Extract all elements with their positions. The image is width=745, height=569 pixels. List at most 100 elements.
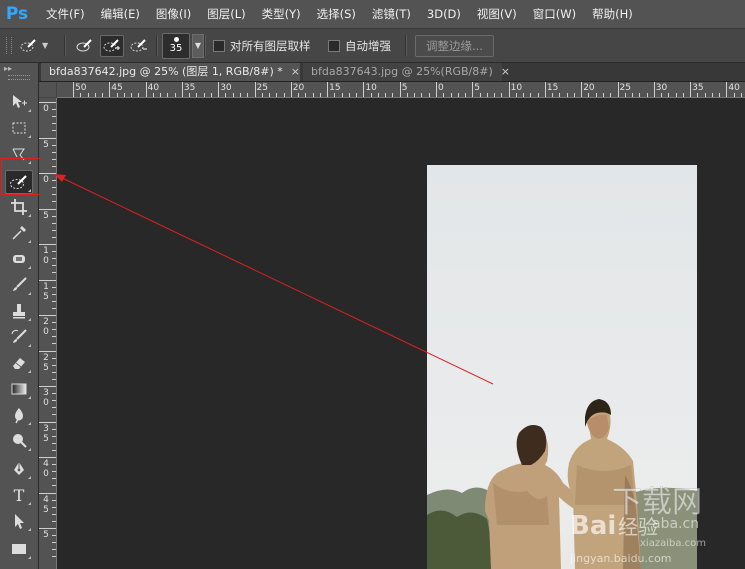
ruler-minor-tick	[52, 485, 56, 487]
ruler-minor-tick	[225, 93, 227, 97]
type-tool-icon[interactable]: T	[6, 484, 32, 506]
blur-tool-icon[interactable]	[6, 404, 32, 426]
ruler-minor-tick	[515, 93, 517, 97]
ruler-minor-tick	[232, 93, 234, 97]
ruler-minor-tick	[305, 93, 307, 97]
path-selection-tool-icon[interactable]	[6, 510, 32, 532]
ruler-minor-tick	[52, 151, 56, 153]
ruler-minor-tick	[392, 93, 394, 97]
brush-size-value: 35	[169, 43, 183, 54]
ruler-minor-tick	[138, 93, 140, 97]
tool-preset-picker[interactable]: ▼	[18, 29, 48, 62]
ruler-minor-tick	[283, 93, 285, 97]
auto-enhance-option[interactable]: 自动增强	[328, 29, 391, 62]
menu-edit[interactable]: 编辑(E)	[101, 0, 140, 28]
ruler-minor-tick	[52, 251, 56, 253]
ruler-minor-tick	[733, 93, 735, 97]
ruler-tick-label: 45	[43, 494, 49, 515]
auto-enhance-checkbox[interactable]	[328, 39, 340, 52]
ruler-minor-tick	[52, 265, 56, 267]
eyedropper-tool-icon[interactable]	[6, 222, 32, 244]
ruler-minor-tick	[52, 556, 56, 558]
ruler-minor-tick	[52, 506, 56, 508]
menu-3d[interactable]: 3D(D)	[427, 0, 461, 28]
horizontal-ruler[interactable]: 50 45 40 35 30 25 20 15 10 5 0 5 10 15 20 25 30 35 40	[57, 82, 745, 98]
ruler-minor-tick	[711, 93, 713, 97]
options-grip[interactable]	[6, 37, 12, 54]
ruler-minor-tick	[573, 93, 575, 97]
ruler-minor-tick	[152, 93, 154, 97]
close-icon[interactable]: ×	[291, 65, 300, 78]
ruler-tick	[39, 279, 56, 281]
menu-select[interactable]: 选择(S)	[317, 0, 356, 28]
ruler-tick-label: 5	[401, 83, 408, 93]
brush-picker[interactable]: 35 ▼	[162, 29, 204, 62]
ruler-minor-tick	[52, 464, 56, 466]
ruler-minor-tick	[52, 165, 56, 167]
ruler-tick-label: 20	[43, 317, 49, 337]
ruler-minor-tick	[87, 93, 89, 97]
spot-healing-tool-icon[interactable]	[6, 248, 32, 270]
gradient-tool-icon[interactable]	[6, 378, 32, 400]
ruler-tick	[39, 421, 56, 423]
menu-view[interactable]: 视图(V)	[477, 0, 517, 28]
close-icon[interactable]: ×	[501, 65, 510, 78]
ruler-minor-tick	[52, 201, 56, 203]
add-to-selection-icon[interactable]	[100, 34, 124, 57]
rectangle-tool-icon[interactable]	[6, 538, 32, 560]
ruler-minor-tick	[52, 180, 56, 182]
tab-document-1[interactable]: bfda837642.jpg @ 25% (图层 1, RGB/8#) * ×	[41, 63, 300, 81]
ruler-tick-label: 10	[510, 83, 523, 93]
ruler-tick	[581, 82, 583, 97]
ruler-minor-tick	[52, 144, 56, 146]
menu-filter[interactable]: 滤镜(T)	[372, 0, 411, 28]
collapse-arrows-icon[interactable]: ▸▸	[4, 64, 12, 73]
marquee-tool-icon[interactable]	[6, 117, 32, 139]
ruler-minor-tick	[319, 93, 321, 97]
brush-tool-icon[interactable]	[6, 274, 32, 296]
ruler-tick-label: 30	[655, 83, 668, 93]
ruler-origin[interactable]	[39, 82, 57, 98]
history-brush-tool-icon[interactable]	[6, 326, 32, 348]
menu-image[interactable]: 图像(I)	[156, 0, 191, 28]
menu-window[interactable]: 窗口(W)	[533, 0, 576, 28]
ruler-tick	[39, 457, 56, 458]
ruler-minor-tick	[247, 93, 249, 97]
tools-panel-grip[interactable]	[8, 75, 30, 80]
ruler-tick	[39, 386, 56, 387]
vertical-ruler[interactable]: 0 5 0 5 10 15 20 25 30 35 40 45 5	[39, 98, 57, 569]
ruler-minor-tick	[52, 158, 56, 160]
ruler-tick-label: 5	[474, 83, 481, 93]
menu-type[interactable]: 类型(Y)	[262, 0, 301, 28]
ruler-tick-label: 10	[365, 83, 377, 93]
ruler-minor-tick	[52, 478, 56, 480]
brush-dropdown-button[interactable]: ▼	[192, 33, 204, 58]
sample-all-layers-option[interactable]: 对所有图层取样	[213, 29, 311, 62]
ruler-minor-tick	[94, 93, 96, 97]
menu-layer[interactable]: 图层(L)	[207, 0, 245, 28]
ruler-tick	[690, 82, 692, 97]
new-selection-icon[interactable]	[74, 36, 96, 56]
clone-stamp-tool-icon[interactable]	[6, 300, 32, 322]
menu-file[interactable]: 文件(F)	[46, 0, 85, 28]
ruler-tick	[39, 208, 56, 210]
crop-tool-icon[interactable]	[6, 196, 32, 218]
ruler-tick	[399, 82, 401, 97]
subtract-from-selection-icon[interactable]	[128, 36, 150, 56]
sample-all-layers-checkbox[interactable]	[213, 39, 225, 52]
brush-size-preview[interactable]: 35	[162, 32, 190, 59]
ruler-minor-tick	[52, 300, 56, 302]
ruler-minor-tick	[239, 93, 241, 97]
refine-edge-button[interactable]: 调整边缘...	[415, 34, 494, 57]
ruler-tick-label: 35	[692, 83, 704, 93]
move-tool-icon[interactable]	[6, 91, 32, 113]
ruler-minor-tick	[682, 93, 684, 97]
tab-document-2[interactable]: bfda837643.jpg @ 25%(RGB/8#) ×	[303, 63, 510, 81]
dodge-tool-icon[interactable]	[6, 430, 32, 452]
ruler-minor-tick	[52, 520, 56, 522]
pen-tool-icon[interactable]	[6, 458, 32, 480]
menu-help[interactable]: 帮助(H)	[592, 0, 633, 28]
eraser-tool-icon[interactable]	[6, 352, 32, 374]
ruler-minor-tick	[443, 93, 445, 97]
ruler-minor-tick	[552, 93, 554, 97]
